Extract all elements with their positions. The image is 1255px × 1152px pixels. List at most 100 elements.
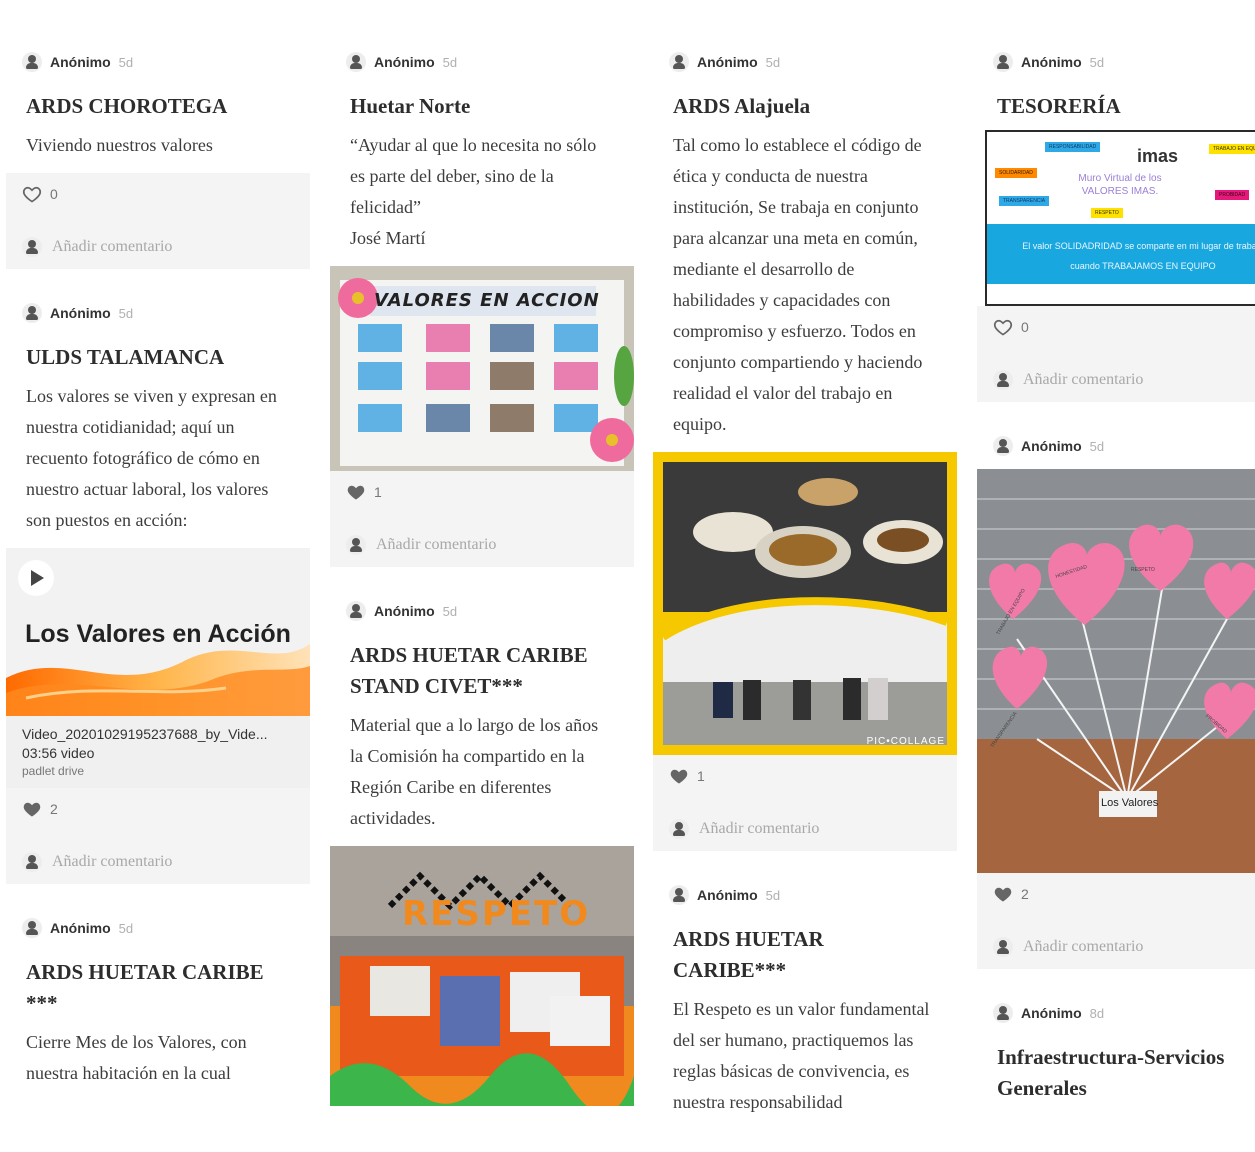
board-banner: VALORES EN ACCION [374, 290, 600, 311]
post-author: Anónimo 5d [22, 918, 294, 938]
post-time: 5d [118, 54, 134, 70]
post-card[interactable]: Anónimo 5d ARDS HUETAR CARIBE*** El Resp… [653, 873, 957, 1130]
like-count: 1 [697, 768, 705, 784]
avatar [22, 52, 42, 72]
heart-outline-icon[interactable] [993, 317, 1013, 337]
column-2: Anónimo 5d Huetar Norte “Ayudar al que l… [330, 40, 634, 1128]
add-comment[interactable]: Añadir comentario [22, 235, 294, 259]
post-card[interactable]: Anónimo 5d ARDS Alajuela Tal como lo est… [653, 40, 957, 851]
play-button[interactable] [18, 560, 54, 596]
post-author: Anónimo 5d [669, 52, 941, 72]
post-title: ARDS CHOROTEGA [26, 94, 228, 118]
author-name: Anónimo [697, 54, 758, 70]
imas-logo: imas [1137, 146, 1179, 166]
like-count: 0 [50, 186, 58, 202]
image-attachment[interactable]: PIC•COLLAGE [653, 452, 957, 755]
post-card[interactable]: Anónimo 5d ARDS HUETAR CARIBE *** Cierre… [6, 906, 310, 1101]
avatar [346, 535, 366, 555]
post-card[interactable]: Anónimo 5d ARDS HUETAR CARIBE STAND CIVE… [330, 589, 634, 1106]
post-time: 5d [1089, 438, 1105, 454]
image-attachment[interactable]: RESPETO [330, 846, 634, 1106]
post-time: 5d [1089, 54, 1105, 70]
tag-transparencia: TRANSPARENCIA [999, 196, 1050, 206]
add-comment[interactable]: Añadir comentario [22, 850, 294, 874]
author-name: Anónimo [50, 54, 111, 70]
post-title: Infraestructura-Servicios Generales [997, 1045, 1225, 1100]
post-footer: 2 Añadir comentario [977, 873, 1255, 969]
heart-filled-icon[interactable] [993, 884, 1013, 904]
image-attachment[interactable]: Los Valores HONESTIDAD RESPETO TRABAJO E… [977, 469, 1255, 873]
heart-filled-icon[interactable] [669, 766, 689, 786]
post-title: TESORERÍA [997, 94, 1121, 118]
video-info[interactable]: Video_20201029195237688_by_Vide... 03:56… [6, 716, 310, 788]
add-comment-label: Añadir comentario [1023, 938, 1144, 955]
tag-trabajo-en-equipo: TRABAJO EN EQUIPO [1209, 144, 1255, 154]
stand-banner: RESPETO [402, 894, 591, 934]
post-card[interactable]: Anónimo 5d ULDS TALAMANCA Los valores se… [6, 291, 310, 884]
add-comment-label: Añadir comentario [1023, 371, 1144, 388]
heart-filled-icon[interactable] [346, 482, 366, 502]
post-footer: 0 Añadir comentario [977, 306, 1255, 402]
post-body: Tal como lo establece el código de ética… [673, 135, 923, 434]
post-card[interactable]: Anónimo 5d Los Valores HONESTIDAD RESPET… [977, 424, 1255, 969]
post-card[interactable]: Anónimo 5d ARDS CHOROTEGA Viviendo nuest… [6, 40, 310, 269]
like-count: 2 [1021, 886, 1029, 902]
like-count: 1 [374, 484, 382, 500]
post-body: Cierre Mes de los Valores, con nuestra h… [26, 1032, 247, 1083]
add-comment[interactable]: Añadir comentario [993, 935, 1239, 959]
post-card[interactable]: Anónimo 8d Infraestructura-Servicios Gen… [977, 991, 1255, 1104]
author-name: Anónimo [1021, 54, 1082, 70]
add-comment-label: Añadir comentario [376, 536, 497, 553]
post-author: Anónimo 5d [22, 303, 294, 323]
post-time: 5d [118, 920, 134, 936]
balloon-sign: Los Valores [1101, 797, 1159, 809]
author-name: Anónimo [50, 920, 111, 936]
add-comment[interactable]: Añadir comentario [346, 533, 618, 557]
add-comment-label: Añadir comentario [699, 820, 820, 837]
add-comment[interactable]: Añadir comentario [669, 817, 941, 841]
post-title: Huetar Norte [350, 94, 471, 118]
play-icon [31, 570, 44, 586]
poster-sentence: El valor SOLIDADRIDAD se comparte en mi … [1022, 241, 1255, 271]
post-title: ARDS Alajuela [673, 94, 811, 118]
poster-heading: Muro Virtual de los VALORES IMAS. [1078, 173, 1162, 197]
heart-filled-icon[interactable] [22, 799, 42, 819]
post-author: Anónimo 5d [346, 601, 618, 621]
post-footer: 2 Añadir comentario [6, 788, 310, 884]
post-time: 8d [1089, 1005, 1105, 1021]
avatar [669, 885, 689, 905]
image-attachment[interactable]: imas Muro Virtual de los VALORES IMAS. R… [977, 130, 1255, 306]
post-author: Anónimo 8d [993, 1003, 1239, 1023]
video-meta: 03:56 video [22, 745, 95, 761]
post-body: Los valores se viven y expresan en nuest… [26, 386, 277, 530]
post-title: ARDS HUETAR CARIBE*** [673, 927, 824, 982]
post-card[interactable]: Anónimo 5d Huetar Norte “Ayudar al que l… [330, 40, 634, 567]
post-card[interactable]: Anónimo 5d TESORERÍA imas Muro Virtual d… [977, 40, 1255, 402]
add-comment[interactable]: Añadir comentario [993, 368, 1239, 392]
image-attachment[interactable]: VALORES EN ACCION [330, 266, 634, 471]
post-author: Anónimo 5d [346, 52, 618, 72]
post-footer: 1 Añadir comentario [330, 471, 634, 567]
post-title: ULDS TALAMANCA [26, 345, 225, 369]
heart-outline-icon[interactable] [22, 184, 42, 204]
post-author: Anónimo 5d [993, 436, 1239, 456]
author-name: Anónimo [697, 887, 758, 903]
post-time: 5d [442, 54, 458, 70]
post-body: Material que a lo largo de los años la C… [350, 715, 599, 828]
column-3: Anónimo 5d ARDS Alajuela Tal como lo est… [653, 40, 957, 1152]
poster-sentence-band: El valor SOLIDADRIDAD se comparte en mi … [987, 224, 1255, 284]
avatar [993, 1003, 1013, 1023]
stand-image [330, 846, 634, 1106]
video-filename: Video_20201029195237688_by_Vide... [22, 726, 268, 742]
balloon-label-respeto: RESPETO [1131, 567, 1155, 573]
avatar [22, 852, 42, 872]
post-author: Anónimo 5d [993, 52, 1239, 72]
tag-solidaridad: SOLIDARIDAD [995, 168, 1037, 178]
balloons-image [977, 469, 1255, 873]
post-time: 5d [765, 887, 781, 903]
avatar [669, 52, 689, 72]
post-body: “Ayudar al que lo necesita no sólo es pa… [350, 135, 597, 248]
collage-watermark: PIC•COLLAGE [866, 736, 945, 747]
video-attachment[interactable]: Los Valores en Acción [6, 548, 310, 716]
post-footer: 0 Añadir comentario [6, 173, 310, 269]
